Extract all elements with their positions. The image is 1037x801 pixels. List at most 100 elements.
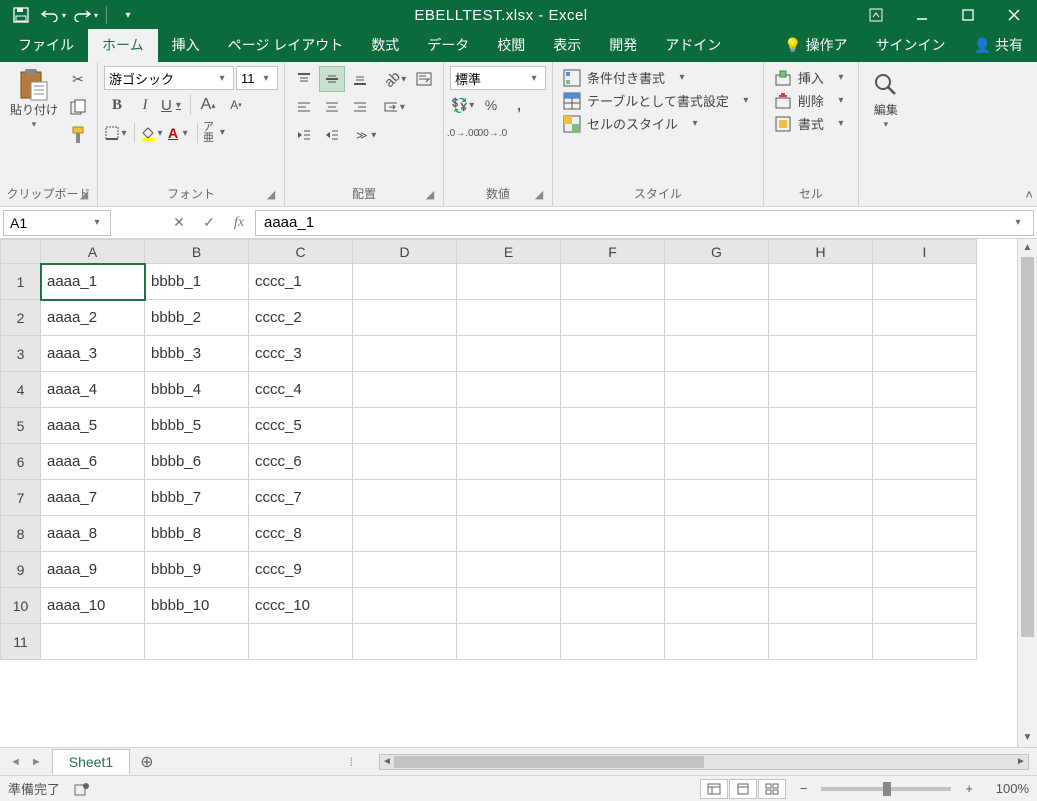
row-header-1[interactable]: 1	[1, 264, 41, 300]
tab-insert[interactable]: 挿入	[158, 29, 214, 62]
align-launcher[interactable]: ◢	[423, 188, 437, 202]
row-header-10[interactable]: 10	[1, 588, 41, 624]
orientation-button-2[interactable]: ≫▾	[355, 122, 381, 148]
cell-H9[interactable]	[769, 552, 873, 588]
page-break-view-button[interactable]	[758, 779, 786, 799]
cell-B4[interactable]: bbbb_4	[145, 372, 249, 408]
row-header-6[interactable]: 6	[1, 444, 41, 480]
cell-C10[interactable]: cccc_10	[249, 588, 353, 624]
cell-H2[interactable]	[769, 300, 873, 336]
cell-D3[interactable]	[353, 336, 457, 372]
cell-I5[interactable]	[873, 408, 977, 444]
font-name-combo[interactable]: 游ゴシック▾	[104, 66, 234, 90]
tab-review[interactable]: 校閲	[483, 29, 539, 62]
maximize-button[interactable]	[945, 0, 991, 30]
vertical-scrollbar[interactable]: ▲ ▼	[1017, 239, 1037, 747]
wrap-text-button[interactable]	[411, 66, 437, 92]
percent-button[interactable]: %	[478, 92, 504, 118]
italic-button[interactable]: I	[132, 92, 158, 118]
cell-E9[interactable]	[457, 552, 561, 588]
cell-A6[interactable]: aaaa_6	[41, 444, 145, 480]
row-header-7[interactable]: 7	[1, 480, 41, 516]
close-button[interactable]	[991, 0, 1037, 30]
number-launcher[interactable]: ◢	[532, 188, 546, 202]
cell-H7[interactable]	[769, 480, 873, 516]
cell-D7[interactable]	[353, 480, 457, 516]
shrink-font-button[interactable]: A▾	[223, 92, 249, 118]
cell-H8[interactable]	[769, 516, 873, 552]
cell-A5[interactable]: aaaa_5	[41, 408, 145, 444]
format-as-table-button[interactable]: テーブルとして書式設定▾	[563, 91, 753, 110]
col-header-C[interactable]: C	[249, 240, 353, 264]
cell-B11[interactable]	[145, 624, 249, 660]
cell-E4[interactable]	[457, 372, 561, 408]
cell-H11[interactable]	[769, 624, 873, 660]
col-header-H[interactable]: H	[769, 240, 873, 264]
tell-me[interactable]: 💡操作ア	[770, 29, 861, 62]
zoom-slider[interactable]	[821, 787, 951, 791]
cell-D9[interactable]	[353, 552, 457, 588]
save-button[interactable]	[6, 2, 36, 28]
align-center-button[interactable]	[319, 94, 345, 120]
cell-I6[interactable]	[873, 444, 977, 480]
undo-button[interactable]: ▾	[38, 2, 68, 28]
font-size-combo[interactable]: 11▾	[236, 66, 278, 90]
cell-C3[interactable]: cccc_3	[249, 336, 353, 372]
decrease-decimal-button[interactable]: .00→.0	[478, 120, 504, 146]
cell-F3[interactable]	[561, 336, 665, 372]
cell-E7[interactable]	[457, 480, 561, 516]
cell-H5[interactable]	[769, 408, 873, 444]
col-header-G[interactable]: G	[665, 240, 769, 264]
formula-input[interactable]: aaaa_1▾	[255, 210, 1034, 236]
align-top-button[interactable]	[291, 66, 317, 92]
cell-D2[interactable]	[353, 300, 457, 336]
col-header-D[interactable]: D	[353, 240, 457, 264]
decrease-indent-button[interactable]	[291, 122, 317, 148]
bold-button[interactable]: B	[104, 92, 130, 118]
cancel-fx-button[interactable]: ✕	[165, 210, 193, 236]
cell-H4[interactable]	[769, 372, 873, 408]
cell-D11[interactable]	[353, 624, 457, 660]
horizontal-scrollbar[interactable]: ◄ ►	[379, 754, 1029, 770]
cell-B2[interactable]: bbbb_2	[145, 300, 249, 336]
cell-G9[interactable]	[665, 552, 769, 588]
minimize-button[interactable]	[899, 0, 945, 30]
fx-button[interactable]: fx	[225, 210, 253, 236]
cell-E1[interactable]	[457, 264, 561, 300]
ribbon-display-button[interactable]	[853, 0, 899, 30]
comma-button[interactable]: ,	[506, 92, 532, 118]
cell-D4[interactable]	[353, 372, 457, 408]
align-bottom-button[interactable]	[347, 66, 373, 92]
cell-E8[interactable]	[457, 516, 561, 552]
cell-E10[interactable]	[457, 588, 561, 624]
cell-E3[interactable]	[457, 336, 561, 372]
accounting-format-button[interactable]: 💱▾	[450, 92, 476, 118]
cell-A2[interactable]: aaaa_2	[41, 300, 145, 336]
cell-G11[interactable]	[665, 624, 769, 660]
cell-A3[interactable]: aaaa_3	[41, 336, 145, 372]
cell-G6[interactable]	[665, 444, 769, 480]
tab-data[interactable]: データ	[413, 29, 483, 62]
scroll-right-button[interactable]: ►	[1014, 755, 1028, 769]
cell-F6[interactable]	[561, 444, 665, 480]
cell-B5[interactable]: bbbb_5	[145, 408, 249, 444]
copy-button[interactable]	[65, 94, 91, 120]
col-header-A[interactable]: A	[41, 240, 145, 264]
cell-E6[interactable]	[457, 444, 561, 480]
number-format-combo[interactable]: 標準▾	[450, 66, 546, 90]
cell-F10[interactable]	[561, 588, 665, 624]
cell-styles-button[interactable]: セルのスタイル▾	[563, 114, 753, 133]
cell-H1[interactable]	[769, 264, 873, 300]
cell-B7[interactable]: bbbb_7	[145, 480, 249, 516]
tab-view[interactable]: 表示	[539, 29, 595, 62]
row-header-4[interactable]: 4	[1, 372, 41, 408]
cell-I2[interactable]	[873, 300, 977, 336]
cell-F4[interactable]	[561, 372, 665, 408]
share-button[interactable]: 👤共有	[960, 29, 1037, 62]
cell-H10[interactable]	[769, 588, 873, 624]
cell-G3[interactable]	[665, 336, 769, 372]
tab-home[interactable]: ホーム	[88, 29, 158, 62]
insert-cells-button[interactable]: 挿入▾	[774, 68, 848, 87]
paste-button[interactable]: 貼り付け ▾	[6, 66, 62, 132]
cell-D6[interactable]	[353, 444, 457, 480]
